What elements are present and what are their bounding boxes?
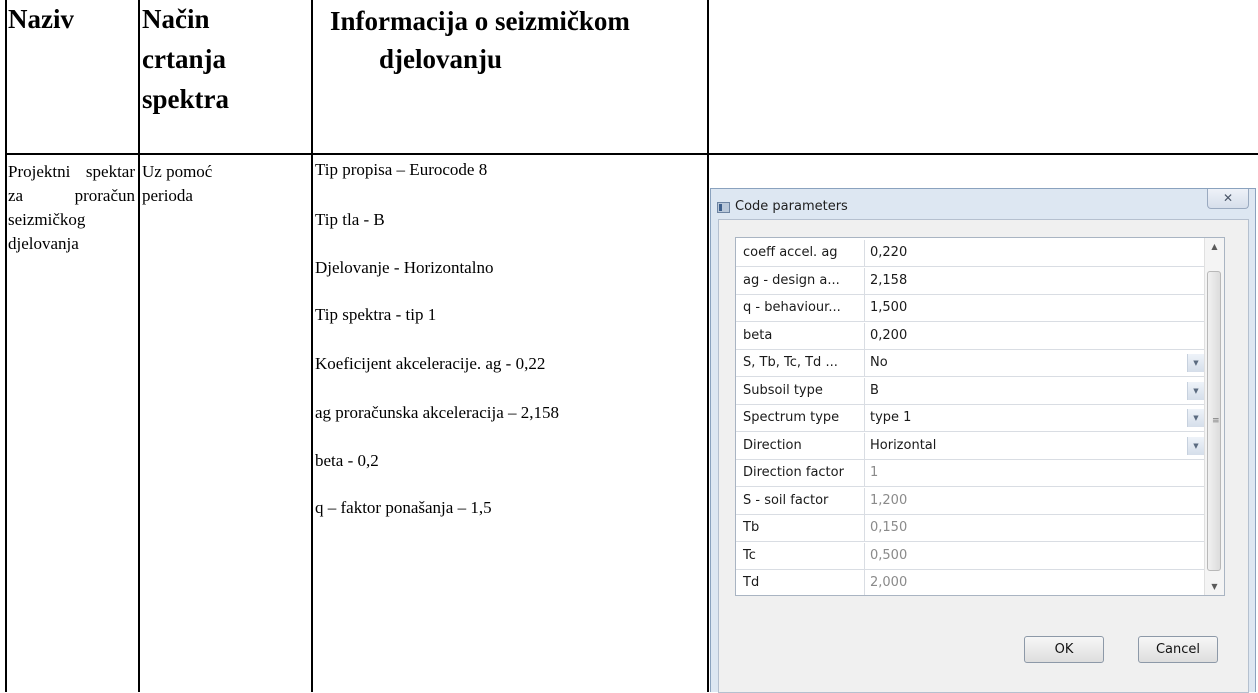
property-value[interactable]: No: [870, 355, 888, 370]
cancel-button[interactable]: Cancel: [1138, 636, 1218, 663]
column-divider: [864, 542, 865, 570]
column-divider: [864, 460, 865, 487]
chevron-down-icon[interactable]: ▼: [1187, 354, 1204, 372]
table-divider-3: [707, 0, 709, 692]
property-row[interactable]: Spectrum type type 1 ▼: [736, 405, 1206, 432]
property-key: S, Tb, Tc, Td ...: [743, 355, 838, 370]
info-line: Koeficijent akceleracije. ag - 0,22: [315, 354, 546, 373]
dialog-body: coeff accel. ag 0,220 ag - design a... 2,15…: [718, 219, 1249, 693]
property-value[interactable]: 2,158: [870, 273, 907, 288]
property-value: 1: [870, 465, 879, 480]
column-divider: [864, 350, 865, 377]
header-info: Informacija o seizmičkom djelovanju: [330, 4, 630, 76]
header-info-line-1: Informacija o seizmičkom: [330, 6, 630, 36]
property-key: Td: [743, 575, 760, 590]
info-line: Tip spektra - tip 1: [315, 305, 437, 324]
property-value[interactable]: 0,200: [870, 328, 907, 343]
property-key: beta: [743, 327, 773, 343]
property-row[interactable]: S - soil factor 1,200: [736, 487, 1206, 515]
info-line: beta - 0,2: [315, 451, 379, 470]
grip-icon: ≡: [1212, 416, 1220, 426]
column-divider: [864, 377, 865, 405]
property-value: 1,200: [870, 492, 908, 508]
property-value: 0,500: [870, 547, 908, 563]
column-divider: [864, 487, 865, 515]
property-key: Tc: [743, 547, 756, 563]
info-line: ag proračunska akceleracija – 2,158: [315, 403, 560, 422]
header-info-line-2: djelovanju: [379, 44, 503, 74]
property-key: S - soil factor: [743, 492, 829, 508]
column-divider: [864, 267, 865, 295]
table-divider-2: [311, 0, 313, 692]
column-divider: [864, 432, 865, 460]
close-button[interactable]: ✕: [1207, 189, 1249, 209]
table-border-left: [5, 0, 7, 692]
property-key: Spectrum type: [743, 410, 840, 425]
app-icon: [717, 202, 730, 213]
property-value[interactable]: 0,220: [870, 245, 907, 260]
property-key: ag - design a...: [743, 272, 840, 288]
property-row[interactable]: Tb 0,150: [736, 515, 1206, 542]
property-key: coeff accel. ag: [743, 245, 838, 260]
info-line: Tip propisa – Eurocode 8: [315, 160, 488, 179]
chevron-down-icon[interactable]: ▼: [1187, 436, 1204, 455]
info-line: Djelovanje - Horizontalno: [315, 258, 494, 277]
property-value[interactable]: 1,500: [870, 300, 907, 315]
cell-naziv: Projektni spektar za proračun seizmičkog…: [8, 162, 135, 253]
property-row[interactable]: ag - design a... 2,158: [736, 267, 1206, 295]
column-divider: [864, 405, 865, 432]
column-divider: [864, 322, 865, 350]
scroll-down-icon[interactable]: ▼: [1205, 578, 1224, 595]
code-parameters-dialog: Code parameters ✕ coeff accel. ag 0,220 ag…: [710, 188, 1256, 693]
column-divider: [864, 570, 865, 595]
scroll-up-icon[interactable]: ▲: [1205, 238, 1224, 255]
column-divider: [864, 515, 865, 542]
header-naziv: Naziv: [8, 4, 74, 34]
header-nacin: Način crtanja spektra: [142, 2, 229, 116]
property-key: Direction: [743, 437, 802, 453]
property-row[interactable]: S, Tb, Tc, Td ... No ▼: [736, 350, 1206, 377]
header-nacin-line-1: Način: [142, 4, 210, 34]
cell-nacin: Uz pomoć perioda: [142, 162, 213, 205]
property-key: Tb: [743, 520, 760, 535]
property-key: Subsoil type: [743, 382, 823, 398]
property-value: 0,150: [870, 520, 908, 535]
property-grid: coeff accel. ag 0,220 ag - design a... 2,15…: [735, 237, 1225, 596]
property-value[interactable]: Horizontal: [870, 438, 936, 453]
vertical-scrollbar[interactable]: ▲ ≡ ▼: [1204, 238, 1224, 595]
close-icon: ✕: [1222, 191, 1234, 205]
column-divider: [864, 295, 865, 322]
chevron-down-icon[interactable]: ▼: [1187, 381, 1204, 400]
info-line: Tip tla - B: [315, 210, 385, 229]
table-divider-1: [138, 0, 140, 692]
property-row[interactable]: coeff accel. ag 0,220: [736, 240, 1206, 267]
header-separator: [5, 153, 1258, 155]
scroll-thumb[interactable]: ≡: [1207, 271, 1221, 571]
dialog-title: Code parameters: [735, 199, 848, 214]
header-nacin-line-2: crtanja: [142, 44, 226, 74]
ok-button[interactable]: OK: [1024, 636, 1104, 663]
column-divider: [864, 240, 865, 267]
chevron-down-icon[interactable]: ▼: [1187, 409, 1204, 427]
property-value: 2,000: [870, 575, 908, 590]
property-key: Direction factor: [743, 465, 844, 480]
property-row[interactable]: beta 0,200: [736, 322, 1206, 350]
property-row[interactable]: Direction factor 1: [736, 460, 1206, 487]
property-row[interactable]: Subsoil type B ▼: [736, 377, 1206, 405]
property-value[interactable]: type 1: [870, 410, 911, 425]
property-key: q - behaviour...: [743, 300, 841, 315]
property-row[interactable]: Direction Horizontal ▼: [736, 432, 1206, 460]
header-nacin-line-3: spektra: [142, 84, 229, 114]
info-line: q – faktor ponašanja – 1,5: [315, 498, 492, 517]
property-row[interactable]: Tc 0,500: [736, 542, 1206, 570]
property-value[interactable]: B: [870, 383, 879, 398]
property-row[interactable]: q - behaviour... 1,500: [736, 295, 1206, 322]
property-row[interactable]: Td 2,000: [736, 570, 1206, 595]
